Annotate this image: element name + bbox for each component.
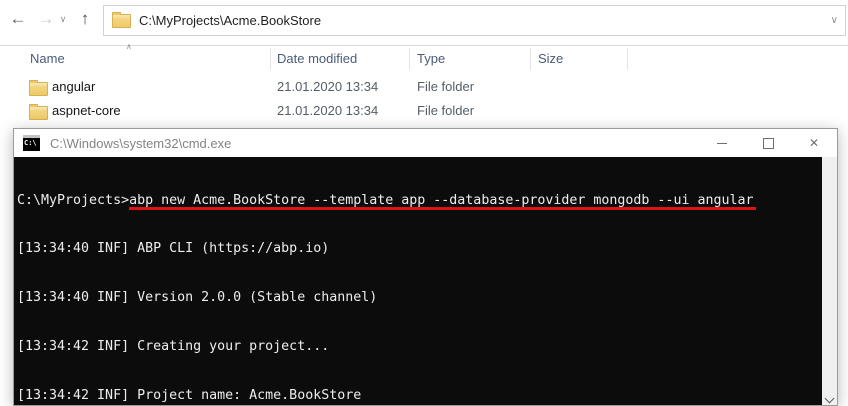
chevron-down-icon: ∨	[60, 14, 67, 25]
address-bar[interactable]: C:\MyProjects\Acme.BookStore ∨	[103, 5, 846, 36]
sort-ascending-icon: ∧	[126, 42, 132, 51]
column-resize-handle[interactable]	[530, 48, 531, 70]
up-button[interactable]: ↑	[72, 6, 98, 32]
column-header-type[interactable]: Type	[417, 51, 445, 66]
maximize-button[interactable]	[745, 129, 791, 157]
column-headers: ∧ Name Date modified Type Size	[0, 46, 848, 72]
terminal-line: [13:34:42 INF] Project name: Acme.BookSt…	[17, 388, 822, 404]
terminal-command-line: C:\MyProjects>abp new Acme.BookStore --t…	[17, 193, 822, 209]
file-row-aspnet-core[interactable]: aspnet-core 21.01.2020 13:34 File folder	[0, 99, 848, 123]
up-arrow-icon: ↑	[81, 9, 90, 29]
terminal-prompt: C:\MyProjects>	[17, 193, 129, 208]
terminal-scrollbar[interactable]	[822, 157, 837, 405]
file-type: File folder	[417, 103, 474, 118]
column-resize-handle[interactable]	[627, 48, 628, 70]
close-button[interactable]: ✕	[791, 129, 837, 157]
column-resize-handle[interactable]	[409, 48, 410, 70]
close-icon: ✕	[809, 137, 819, 149]
minimize-icon	[717, 143, 727, 144]
file-name: aspnet-core	[52, 103, 121, 118]
column-header-date-modified[interactable]: Date modified	[277, 51, 357, 66]
file-name: angular	[52, 79, 95, 94]
minimize-button[interactable]	[699, 129, 745, 157]
column-resize-handle[interactable]	[270, 48, 271, 70]
address-path: C:\MyProjects\Acme.BookStore	[139, 13, 831, 28]
recent-locations-button[interactable]: ∨	[56, 6, 70, 32]
file-type: File folder	[417, 79, 474, 94]
file-row-angular[interactable]: angular 21.01.2020 13:34 File folder	[0, 75, 848, 99]
folder-icon	[29, 106, 48, 120]
terminal-line: [13:34:40 INF] Version 2.0.0 (Stable cha…	[17, 290, 822, 306]
maximize-icon	[763, 138, 774, 149]
terminal-output[interactable]: C:\MyProjects>abp new Acme.BookStore --t…	[14, 157, 822, 405]
file-date-modified: 21.01.2020 13:34	[277, 79, 378, 94]
cmd-app-icon[interactable]: C:\	[23, 135, 40, 151]
back-button[interactable]: ←	[5, 6, 31, 32]
terminal-line: [13:34:40 INF] ABP CLI (https://abp.io)	[17, 241, 822, 257]
back-arrow-icon: ←	[10, 9, 27, 29]
terminal-line: [13:34:42 INF] Creating your project...	[17, 339, 822, 355]
folder-icon	[112, 14, 131, 28]
cmd-titlebar[interactable]: C:\ C:\Windows\system32\cmd.exe ✕	[14, 129, 837, 157]
file-date-modified: 21.01.2020 13:34	[277, 103, 378, 118]
terminal-command-text-underlined: abp new Acme.BookStore --template app --…	[129, 193, 753, 208]
cmd-window: C:\ C:\Windows\system32\cmd.exe ✕ C:\MyP…	[13, 128, 838, 406]
column-header-name[interactable]: Name	[30, 51, 65, 66]
folder-icon	[29, 82, 48, 96]
window-title: C:\Windows\system32\cmd.exe	[50, 136, 699, 151]
column-header-size[interactable]: Size	[538, 51, 563, 66]
address-dropdown-chevron-icon[interactable]: ∨	[831, 15, 838, 26]
forward-arrow-icon: →	[38, 9, 55, 29]
scrollbar-down-arrow-icon[interactable]	[825, 394, 833, 402]
